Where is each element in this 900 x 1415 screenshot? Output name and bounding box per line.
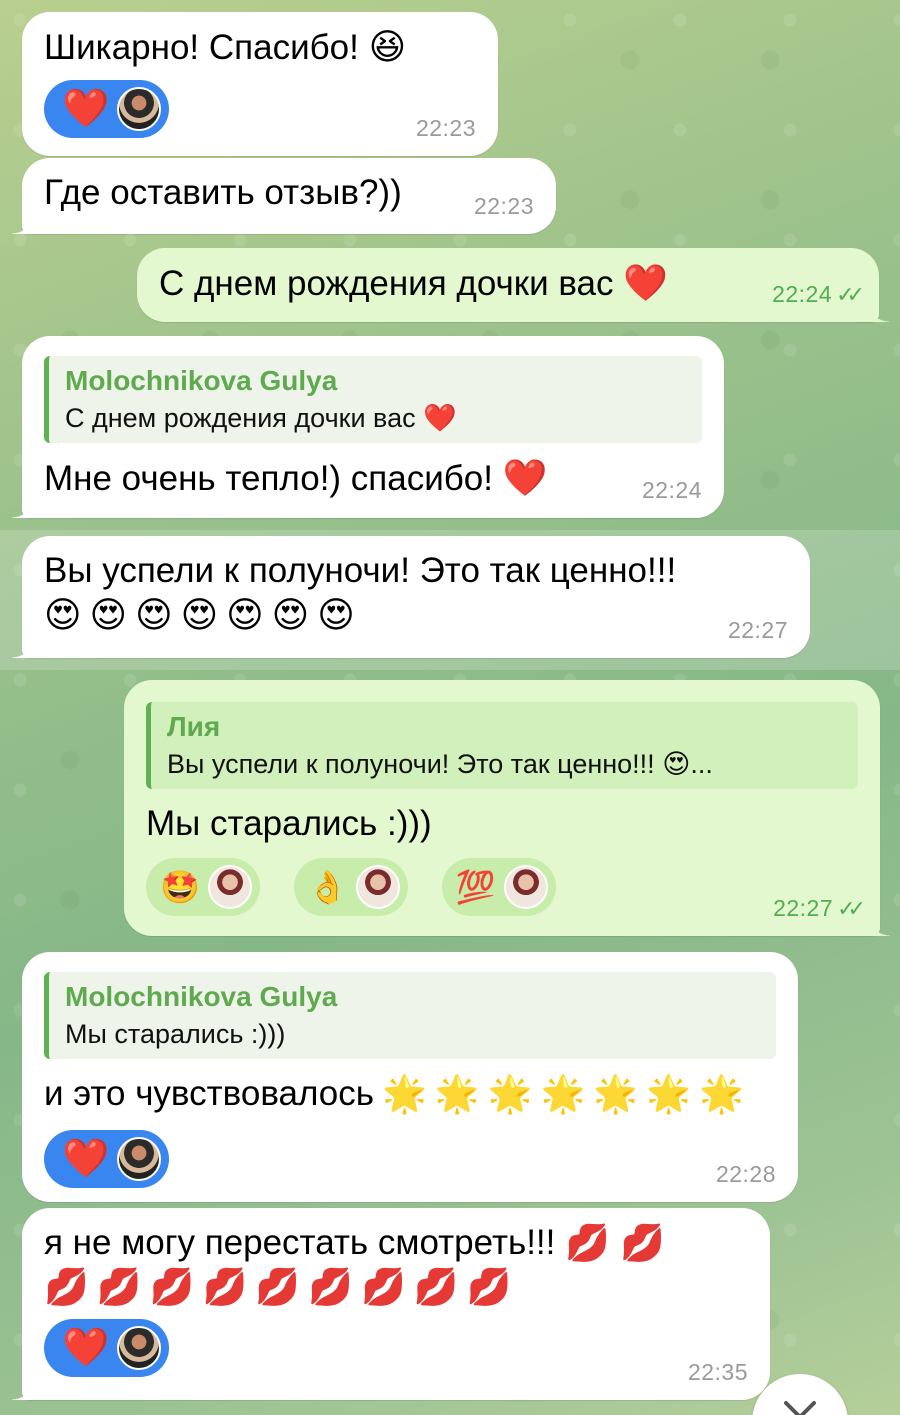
emoji-row: 😍 😍 😍 😍 😍 😍 😍 <box>44 597 788 633</box>
avatar <box>117 1326 162 1371</box>
message-text: Шикарно! Спасибо! 😆 <box>44 26 407 67</box>
heart-eyes-emoji-icon: 😍 <box>271 594 310 636</box>
reply-author: Лия <box>167 711 221 742</box>
glowing-star-emoji-icon: 🌟 <box>698 1072 744 1114</box>
message-bubble-outgoing[interactable]: Лия Вы успели к полуночи! Это так ценно!… <box>124 680 890 936</box>
reply-text: Мы старались :))) <box>65 1019 286 1050</box>
heart-icon: ❤️ <box>62 1138 110 1181</box>
message-bubble[interactable]: Шикарно! Спасибо! 😆 ❤️ 22:23 <box>22 12 498 156</box>
avatar <box>117 87 162 132</box>
message-text: Вы успели к полуночи! Это так ценно!!! <box>44 551 677 590</box>
avatar <box>207 865 252 910</box>
reply-text: С днем рождения дочки вас ❤️ <box>65 403 457 434</box>
heart-eyes-emoji-icon: 😍 <box>180 594 219 636</box>
star-struck-emoji-icon: 🤩 <box>160 869 200 906</box>
reply-quote[interactable]: Molochnikova Gulya Мы старались :))) <box>44 972 776 1059</box>
reply-text: Вы успели к полуночи! Это так ценно!!! 😍… <box>167 749 713 780</box>
message-text-row: и это чувствовалось 🌟 🌟 🌟 🌟 🌟 🌟 🌟 <box>44 1073 776 1114</box>
heart-eyes-emoji-icon: 😍 <box>135 594 173 636</box>
message-text: Мне очень тепло!) спасибо! <box>44 458 494 498</box>
reaction-pill[interactable]: ❤️ <box>44 1130 170 1189</box>
heart-icon: ❤️ <box>623 262 669 303</box>
message-time: 22:23 <box>473 192 534 219</box>
heart-eyes-emoji-icon: 😍 <box>226 594 264 636</box>
hundred-points-emoji-icon: 💯 <box>455 869 496 906</box>
bubble-tail <box>12 636 34 658</box>
kiss-mark-emoji-icon: 💋 <box>413 1266 459 1308</box>
heart-eyes-emoji-icon: 😍 <box>317 594 355 636</box>
heart-eyes-emoji-icon: 😍 <box>89 594 128 636</box>
bubble-tail <box>868 914 890 936</box>
message-bubble[interactable]: Molochnikova Gulya С днем рождения дочки… <box>12 336 724 518</box>
glowing-star-emoji-icon: 🌟 <box>593 1072 639 1114</box>
reaction-row: ❤️ <box>44 1130 776 1189</box>
chevron-down-icon <box>784 1401 816 1415</box>
reply-author: Molochnikova Gulya <box>65 981 338 1012</box>
message-time: 22:27 ✓✓ <box>773 894 866 921</box>
bubble-tail <box>12 212 34 234</box>
heart-icon: ❤️ <box>62 88 110 131</box>
message-bubble[interactable]: Где оставить отзыв?)) 22:23 <box>12 158 556 234</box>
message-text: и это чувствовалось <box>44 1073 375 1113</box>
kiss-mark-emoji-icon: 💋 <box>360 1266 406 1308</box>
reaction-pill[interactable]: 👌 <box>293 858 408 917</box>
message-text: Где оставить отзыв?)) <box>44 173 402 212</box>
message-time: 22:35 <box>687 1358 748 1385</box>
message-time: 22:24 <box>641 476 702 503</box>
bubble-tail <box>12 496 34 518</box>
laughing-emoji-icon: 😆 <box>368 26 407 67</box>
kiss-mark-emoji-icon: 💋 <box>202 1266 248 1308</box>
message-bubble-outgoing[interactable]: С днем рождения дочки вас ❤️ 22:24 ✓✓ <box>137 248 889 322</box>
kiss-mark-emoji-icon: 💋 <box>255 1266 301 1308</box>
message-text: Мы старались :))) <box>146 803 432 843</box>
heart-eyes-emoji-icon: 😍 <box>44 594 82 636</box>
kiss-mark-emoji-icon: 💋 <box>96 1266 142 1308</box>
bubble-tail <box>12 1378 34 1400</box>
message-time: 22:27 <box>727 616 788 643</box>
ok-hand-emoji-icon: 👌 <box>307 869 348 906</box>
glowing-star-emoji-icon: 🌟 <box>382 1072 427 1114</box>
glowing-star-emoji-icon: 🌟 <box>540 1072 586 1114</box>
avatar <box>503 865 548 910</box>
bubble-tail <box>867 300 889 322</box>
message-text-row: я не могу перестать смотреть!!! 💋 💋 <box>44 1222 748 1263</box>
read-check-icon: ✓✓ <box>836 281 865 307</box>
message-bubble[interactable]: Molochnikova Gulya Мы старались :))) и э… <box>22 952 798 1202</box>
reply-quote[interactable]: Лия Вы успели к полуночи! Это так ценно!… <box>146 702 858 789</box>
reaction-pill[interactable]: ❤️ <box>44 80 170 139</box>
kiss-mark-emoji-icon: 💋 <box>308 1266 353 1308</box>
heart-icon: ❤️ <box>502 456 548 498</box>
avatar <box>355 865 400 910</box>
kiss-mark-emoji-icon: 💋 <box>149 1266 195 1308</box>
reaction-pill[interactable]: ❤️ <box>44 1319 170 1378</box>
message-text: С днем рождения дочки вас <box>159 264 614 303</box>
message-bubble[interactable]: я не могу перестать смотреть!!! 💋 💋 💋 💋 … <box>12 1208 770 1400</box>
kiss-mark-emoji-icon: 💋 <box>466 1266 512 1308</box>
reply-author: Molochnikova Gulya <box>65 365 338 396</box>
read-check-icon: ✓✓ <box>837 895 866 921</box>
message-time: 22:24 ✓✓ <box>772 280 865 307</box>
message-text: я не могу перестать смотреть!!! <box>44 1223 556 1262</box>
message-bubble[interactable]: Вы успели к полуночи! Это так ценно!!! 😍… <box>12 536 810 658</box>
glowing-star-emoji-icon: 🌟 <box>646 1072 691 1114</box>
emoji-row: 💋 💋 💋 💋 💋 💋 💋 💋 💋 <box>44 1269 748 1305</box>
reply-quote[interactable]: Molochnikova Gulya С днем рождения дочки… <box>44 356 702 443</box>
kiss-mark-emoji-icon: 💋 <box>44 1266 89 1308</box>
glowing-star-emoji-icon: 🌟 <box>434 1072 480 1114</box>
glowing-star-emoji-icon: 🌟 <box>487 1072 533 1114</box>
message-time: 22:23 <box>415 114 476 141</box>
message-time: 22:28 <box>715 1160 776 1187</box>
heart-icon: ❤️ <box>62 1327 110 1370</box>
reaction-row: ❤️ <box>44 1319 748 1378</box>
avatar <box>117 1137 162 1182</box>
kiss-mark-emoji-icon: 💋 <box>620 1221 666 1263</box>
reaction-pill[interactable]: 🤩 <box>146 858 260 917</box>
reaction-pill[interactable]: 💯 <box>441 858 556 917</box>
reaction-row: 🤩 👌 💯 <box>146 858 858 917</box>
reaction-row: ❤️ <box>44 80 476 139</box>
kiss-mark-emoji-icon: 💋 <box>565 1221 611 1263</box>
